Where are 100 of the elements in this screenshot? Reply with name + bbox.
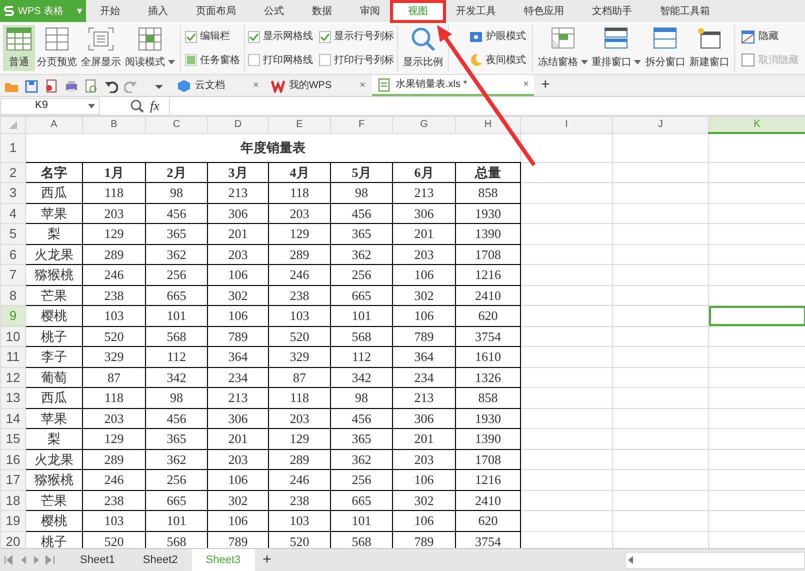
table-cell: 620: [456, 510, 520, 531]
row-header[interactable]: 19: [0, 510, 26, 531]
row-header[interactable]: 7: [0, 264, 26, 285]
table-cell: 2410: [456, 490, 520, 510]
zoom-icon[interactable]: [130, 99, 144, 113]
document-tab[interactable]: 云文档 ×: [172, 75, 264, 96]
window-button[interactable]: 重排窗口: [590, 25, 644, 71]
row-header[interactable]: 2: [0, 162, 26, 182]
caret-icon: [88, 104, 95, 108]
table-cell: 256: [330, 470, 392, 490]
menu-tab[interactable]: 公式: [250, 0, 298, 22]
row-header[interactable]: 6: [0, 244, 26, 264]
document-tab[interactable]: 我的WPS ×: [266, 75, 370, 96]
row-header[interactable]: 11: [0, 346, 26, 367]
row-header[interactable]: 12: [0, 367, 26, 388]
checkbox-option[interactable]: 任务窗格: [184, 52, 240, 68]
save-icon[interactable]: [24, 78, 38, 92]
close-button[interactable]: ×: [523, 77, 529, 92]
table-cell: 568: [330, 326, 392, 346]
menu-tab[interactable]: 审阅: [346, 0, 394, 22]
table-cell: 西瓜: [26, 388, 82, 408]
column-header[interactable]: I: [520, 116, 612, 133]
window-button[interactable]: 新建窗口: [687, 25, 732, 71]
table-cell: 456: [146, 408, 208, 428]
horizontal-scrollbar[interactable]: [625, 552, 805, 568]
sheet-navigation-icon[interactable]: [4, 555, 56, 565]
menu-tab[interactable]: 文档助手: [578, 0, 646, 22]
window-button[interactable]: 拆分窗口: [643, 25, 688, 71]
checkbox-option[interactable]: 显示网格线: [248, 29, 313, 44]
menu-tab[interactable]: 页面布局: [182, 0, 250, 22]
table-cell: 103: [268, 510, 330, 531]
view-mode-button[interactable]: 全屏显示: [79, 25, 123, 71]
column-header[interactable]: E: [268, 116, 330, 133]
window-button[interactable]: 冻结窗格: [536, 25, 590, 71]
redo-icon[interactable]: [124, 78, 138, 92]
menu-tab[interactable]: 特色应用: [510, 0, 578, 22]
checkbox-option[interactable]: 编辑栏: [184, 29, 240, 44]
sheet-tab[interactable]: Sheet2: [128, 549, 192, 571]
row-header[interactable]: 17: [0, 470, 26, 490]
active-cell[interactable]: [708, 306, 805, 326]
checkbox-option[interactable]: 打印网格线: [248, 52, 313, 68]
row-header[interactable]: 14: [0, 408, 26, 428]
row-header[interactable]: 5: [0, 224, 26, 244]
sheet-tab[interactable]: Sheet1: [66, 549, 129, 571]
column-header[interactable]: D: [208, 116, 268, 133]
row-header[interactable]: 8: [0, 285, 26, 306]
row-header[interactable]: 16: [0, 449, 26, 470]
row-header[interactable]: 20: [0, 531, 26, 548]
row-header[interactable]: 3: [0, 182, 26, 203]
view-mode-button[interactable]: 阅读模式: [123, 25, 177, 71]
mode-button[interactable]: 护眼模式: [466, 29, 528, 44]
mode-button[interactable]: 夜间模式: [466, 52, 528, 68]
zoom-button[interactable]: 显示比例: [400, 25, 445, 71]
hide-button[interactable]: 隐藏: [739, 29, 800, 44]
table-cell: 858: [456, 182, 520, 203]
row-header[interactable]: 15: [0, 428, 26, 449]
table-cell: 梨: [26, 224, 82, 244]
table-cell: 203: [392, 244, 456, 264]
menu-tab[interactable]: 插入: [134, 0, 182, 22]
row-header[interactable]: 4: [0, 203, 26, 224]
print-icon[interactable]: [64, 78, 78, 92]
new-tab-button[interactable]: +: [536, 75, 555, 96]
close-button[interactable]: ×: [360, 78, 366, 93]
table-cell: 106: [392, 510, 456, 531]
table-cell: 234: [208, 367, 268, 388]
menu-tab[interactable]: 智能工具箱: [646, 0, 724, 22]
column-header[interactable]: F: [330, 116, 392, 133]
row-header[interactable]: 10: [0, 326, 26, 346]
menu-tab[interactable]: 开发工具: [442, 0, 510, 22]
print-preview-icon[interactable]: [84, 78, 98, 92]
table-cell: 289: [268, 449, 330, 470]
export-pdf-icon[interactable]: [44, 78, 58, 92]
view-mode-button[interactable]: 普通: [3, 25, 35, 71]
row-header[interactable]: 18: [0, 490, 26, 510]
row-header[interactable]: 13: [0, 388, 26, 408]
add-sheet-button[interactable]: +: [254, 549, 280, 571]
scroll-left-icon[interactable]: [626, 555, 636, 565]
table-cell: 猕猴桃: [26, 264, 82, 285]
table-cell: 362: [146, 244, 208, 264]
menu-tab[interactable]: 开始: [86, 0, 134, 22]
column-header[interactable]: C: [146, 116, 208, 133]
document-tab[interactable]: 水果销量表.xls * ×: [372, 75, 534, 96]
function-button[interactable]: fx: [150, 96, 160, 116]
split-window-icon: [652, 26, 678, 50]
table-cell: 106: [208, 470, 268, 490]
checkbox-option[interactable]: 打印行号列标: [318, 52, 394, 68]
checkbox-option[interactable]: 显示行号列标: [318, 29, 394, 44]
column-header[interactable]: B: [82, 116, 146, 133]
undo-icon[interactable]: [104, 78, 118, 92]
menu-tab[interactable]: 数据: [298, 0, 346, 22]
column-header[interactable]: G: [392, 116, 456, 133]
column-header[interactable]: A: [26, 116, 82, 133]
table-cell: 106: [392, 306, 456, 326]
close-button[interactable]: ×: [253, 78, 259, 93]
table-cell: 456: [330, 408, 392, 428]
column-header[interactable]: H: [456, 116, 520, 133]
view-mode-button[interactable]: 分页预览: [35, 25, 79, 71]
row-header[interactable]: 1: [0, 133, 26, 162]
name-box[interactable]: K9: [0, 98, 100, 114]
column-header[interactable]: J: [612, 116, 708, 133]
